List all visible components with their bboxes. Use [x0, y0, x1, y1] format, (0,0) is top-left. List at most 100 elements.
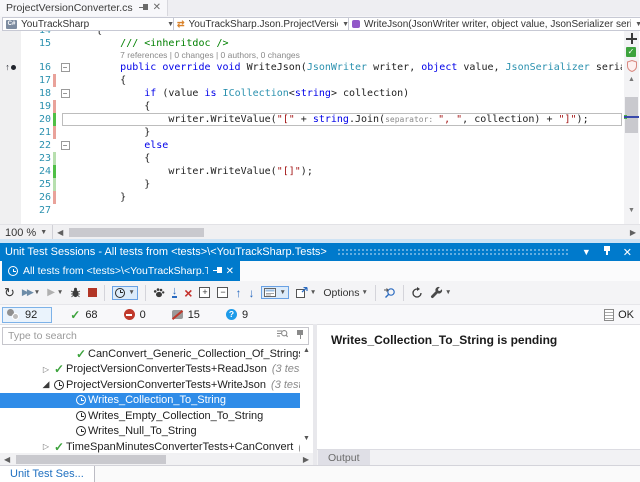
collapse-region-icon[interactable]: − — [61, 63, 70, 72]
count-total[interactable]: 92 — [2, 307, 52, 323]
member-dropdown[interactable]: WriteJson(JsonWriter writer, object valu… — [348, 17, 640, 31]
tab-output[interactable]: Output — [318, 450, 370, 466]
codelens-info[interactable]: 7 references | 0 changes | 0 authors, 0 … — [120, 50, 300, 60]
scroll-right-icon[interactable]: ▶ — [299, 455, 313, 464]
test-tree-item[interactable]: ◢ProjectVersionConverterTests+WriteJson(… — [0, 377, 300, 393]
collapse-region-icon[interactable]: − — [61, 141, 70, 150]
count-failed[interactable]: 0 — [124, 309, 146, 321]
scroll-left-icon[interactable]: ◀ — [53, 228, 67, 237]
solution-analysis-shield-icon[interactable] — [624, 60, 639, 75]
codelens-row[interactable]: 7 references | 0 changes | 0 authors, 0 … — [0, 50, 622, 61]
inconclusive-count: 9 — [242, 309, 248, 321]
count-passed[interactable]: ✓ 68 — [70, 308, 97, 322]
track-running-test-toggle[interactable]: ▼ — [112, 286, 137, 300]
export-button[interactable]: ▼ — [296, 287, 316, 298]
locate-in-editor-button[interactable] — [383, 287, 396, 299]
project-dropdown[interactable]: C# YouTrackSharp ▼ — [2, 17, 178, 31]
zoom-dropdown[interactable]: 100 % ▼ — [0, 225, 53, 240]
session-tab[interactable]: All tests from <tests>\<YouTrackSharp.Te… — [2, 261, 240, 281]
scroll-up-icon[interactable]: ▲ — [300, 347, 313, 354]
window-position-icon[interactable]: ▼ — [579, 247, 594, 257]
scroll-down-icon[interactable]: ▼ — [300, 435, 313, 442]
code-text: writer.WriteValue("[" + string.Join(sepa… — [72, 113, 622, 126]
test-tree-item[interactable]: ▷✓TimeSpanMinutesConverterTests+CanConve… — [0, 439, 300, 453]
test-passed-icon: ✓ — [52, 362, 66, 376]
scroll-left-icon[interactable]: ◀ — [0, 455, 14, 464]
settings-wrench-button[interactable]: ▼ — [430, 286, 451, 299]
scroll-up-icon[interactable]: ▲ — [624, 76, 639, 83]
splitter-grip-icon[interactable] — [626, 33, 637, 44]
pin-icon[interactable] — [600, 246, 614, 258]
count-ignored[interactable]: 15 — [172, 309, 200, 321]
gutter-cell — [0, 113, 21, 126]
titlebar-drag-texture — [337, 248, 569, 256]
code-line[interactable]: 24 writer.WriteValue("[]"); — [0, 165, 622, 178]
pin-icon[interactable] — [213, 265, 221, 278]
code-line[interactable]: 23 { — [0, 152, 622, 165]
debug-button[interactable] — [70, 287, 81, 298]
group-by-toggle[interactable]: ▼ — [261, 286, 288, 299]
code-line[interactable]: 22− else — [0, 139, 622, 152]
search-box[interactable] — [2, 327, 309, 345]
add-tests-button[interactable]: ↓ — [172, 287, 178, 298]
test-tree-item[interactable]: Writes_Null_To_String — [0, 424, 300, 440]
fold-column: − — [58, 141, 72, 150]
pin-icon[interactable] — [296, 330, 304, 343]
code-editor[interactable]: 14 {15 /// <inheritdoc /> 7 references |… — [0, 31, 640, 224]
code-line[interactable]: 20 writer.WriteValue("[" + string.Join(s… — [0, 113, 622, 126]
chevron-collapsed-icon[interactable]: ▷ — [40, 365, 52, 374]
scroll-down-icon[interactable]: ▼ — [624, 207, 639, 214]
next-test-button[interactable]: ↓ — [248, 286, 254, 300]
collapse-all-button[interactable]: − — [217, 287, 228, 298]
pin-icon[interactable] — [139, 2, 147, 15]
test-tree-item[interactable]: Writes_Empty_Collection_To_String — [0, 408, 300, 424]
file-analysis-ok-icon[interactable]: ✓ — [626, 47, 636, 57]
count-inconclusive[interactable]: ? 9 — [226, 309, 248, 321]
search-input[interactable] — [3, 330, 272, 342]
collapse-region-icon[interactable]: − — [61, 89, 70, 98]
chevron-collapsed-icon[interactable]: ▷ — [40, 442, 52, 451]
scrollbar-thumb[interactable] — [16, 455, 166, 464]
stop-button[interactable] — [88, 288, 97, 297]
document-tab[interactable]: ProjectVersionConverter.cs ✕ — [0, 0, 168, 16]
session-tab-row: All tests from <tests>\<YouTrackSharp.Te… — [0, 261, 640, 281]
search-icon[interactable] — [276, 329, 288, 343]
tool-window-titlebar[interactable]: Unit Test Sessions - All tests from <tes… — [0, 243, 640, 261]
expand-all-button[interactable]: + — [199, 287, 210, 298]
code-line[interactable]: 27 — [0, 204, 622, 217]
test-tree-item[interactable]: ▷✓ProjectVersionConverterTests+ReadJson(… — [0, 362, 300, 378]
chevron-expanded-icon[interactable]: ◢ — [40, 379, 52, 390]
code-line[interactable]: 18− if (value is ICollection<string> col… — [0, 87, 622, 100]
editor-vertical-scrollbar[interactable]: ✓ ▲ ▼ — [624, 31, 639, 224]
code-line[interactable]: 26 } — [0, 191, 622, 204]
test-tree-item[interactable]: ✓CanConvert_Generic_Collection_Of_String… — [0, 346, 300, 362]
previous-test-button[interactable]: ↑ — [235, 286, 241, 300]
scrollbar-thumb[interactable] — [69, 228, 204, 237]
close-icon[interactable]: ✕ — [620, 246, 635, 259]
code-line[interactable]: ↑16− public override void WriteJson(Json… — [0, 61, 622, 74]
test-count-suffix: (3 tests) — [272, 363, 300, 375]
run-all-button[interactable]: ▶▶▼ — [22, 287, 40, 298]
close-icon[interactable]: ✕ — [153, 3, 161, 13]
refresh-button[interactable] — [411, 287, 423, 299]
line-number: 17 — [21, 75, 53, 86]
repeat-run-button[interactable]: ↻ — [4, 286, 15, 299]
options-button[interactable]: Options ▼ — [323, 287, 368, 299]
test-tree-item[interactable]: Writes_Collection_To_String — [0, 393, 300, 409]
scroll-right-icon[interactable]: ▶ — [626, 228, 640, 237]
type-dropdown[interactable]: ⇄ YouTrackSharp.Json.ProjectVersionConve… — [173, 17, 353, 31]
tree-vertical-scrollbar[interactable]: ▲ ▼ — [300, 346, 313, 453]
code-line[interactable]: 25 } — [0, 178, 622, 191]
code-text: { — [72, 100, 622, 113]
unit-test-sessions-autohide-tab[interactable]: Unit Test Ses... — [0, 466, 95, 482]
close-icon[interactable]: ✕ — [226, 266, 234, 277]
code-line[interactable]: 21 } — [0, 126, 622, 139]
run-selected-button[interactable]: ▶▼ — [47, 287, 63, 298]
code-line[interactable]: 17 { — [0, 74, 622, 87]
code-line[interactable]: 19 { — [0, 100, 622, 113]
overrides-member-icon[interactable]: ↑ — [0, 61, 21, 74]
gutter-cell — [0, 87, 21, 100]
track-paw-button[interactable] — [153, 287, 165, 298]
remove-tests-button[interactable]: × — [184, 287, 192, 299]
inconclusive-icon: ? — [226, 309, 237, 320]
